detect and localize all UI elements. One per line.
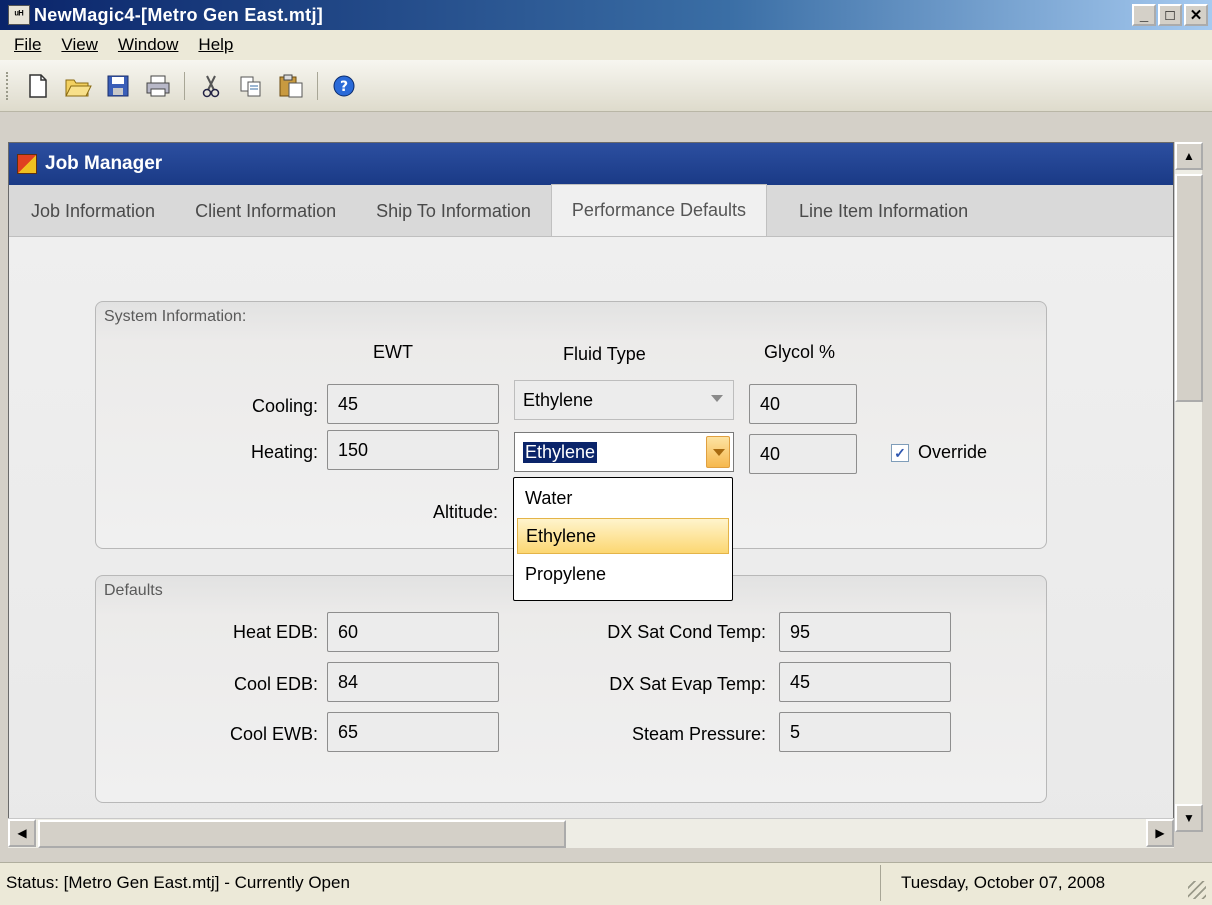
glycol-header: Glycol % — [764, 342, 836, 362]
toolbar-separator — [317, 71, 318, 100]
tab-client-information[interactable]: Client Information — [175, 186, 356, 236]
heating-fluid-value: Ethylene — [523, 441, 598, 463]
scroll-up-icon[interactable]: ▲ — [1175, 142, 1203, 170]
cool-ewb-label: Cool EWB: — [229, 724, 318, 744]
status-date: Tuesday, October 07, 2008 — [880, 865, 1170, 901]
heating-glycol-field[interactable]: 40 — [749, 434, 857, 474]
cool-edb-field[interactable]: 84 — [327, 662, 499, 702]
cooling-label: Cooling: — [251, 396, 318, 416]
scroll-right-icon[interactable]: ▶ — [1146, 819, 1174, 847]
toolbar: ? — [0, 60, 1212, 112]
ewt-header: EWT — [373, 342, 413, 362]
steam-pressure-field[interactable]: 5 — [779, 712, 951, 752]
svg-text:?: ? — [340, 79, 348, 95]
tab-line-item-information[interactable]: Line Item Information — [767, 186, 988, 236]
toolbar-grip[interactable] — [6, 71, 10, 100]
status-text: Status: [Metro Gen East.mtj] - Currently… — [6, 873, 350, 892]
child-title: Job Manager — [45, 153, 163, 174]
print-icon[interactable] — [143, 71, 173, 101]
menu-window[interactable]: Window — [108, 35, 188, 55]
new-icon[interactable] — [23, 71, 53, 101]
open-icon[interactable] — [63, 71, 93, 101]
cut-icon[interactable] — [196, 71, 226, 101]
scroll-down-icon[interactable]: ▼ — [1175, 804, 1203, 832]
job-manager-window: Job Manager Job Information Client Infor… — [8, 142, 1174, 842]
system-information-title: System Information: — [104, 308, 247, 325]
dropdown-option-ethylene[interactable]: Ethylene — [517, 518, 729, 554]
defaults-title: Defaults — [104, 582, 163, 599]
tab-performance-defaults[interactable]: Performance Defaults — [550, 184, 767, 236]
dx-sat-evap-temp-label: DX Sat Evap Temp: — [609, 674, 766, 694]
chevron-down-icon[interactable] — [706, 436, 730, 468]
minimize-button[interactable]: _ — [1132, 4, 1156, 26]
dx-sat-cond-temp-label: DX Sat Cond Temp: — [607, 622, 766, 642]
status-date-text: Tuesday, October 07, 2008 — [901, 873, 1106, 892]
app-icon: ᵘᴴ — [8, 5, 30, 25]
dx-sat-cond-temp-field[interactable]: 95 — [779, 612, 951, 652]
horizontal-scrollbar[interactable]: ◀ ▶ — [8, 818, 1174, 848]
resize-grip-icon[interactable] — [1188, 881, 1206, 899]
save-icon[interactable] — [103, 71, 133, 101]
paste-icon[interactable] — [276, 71, 306, 101]
cool-ewb-field[interactable]: 65 — [327, 712, 499, 752]
menu-bar: File View Window Help — [0, 30, 1212, 60]
heat-edb-label: Heat EDB: — [232, 622, 318, 642]
menu-view-label: View — [61, 35, 98, 54]
tab-ship-to-information[interactable]: Ship To Information — [356, 186, 551, 236]
dropdown-option-water[interactable]: Water — [517, 480, 729, 516]
altitude-label: Altitude: — [432, 502, 498, 522]
dx-sat-evap-temp-field[interactable]: 45 — [779, 662, 951, 702]
tab-strip: Job Information Client Information Ship … — [9, 184, 1173, 237]
maximize-button[interactable]: □ — [1158, 4, 1182, 26]
chevron-down-icon[interactable] — [711, 395, 723, 402]
close-button[interactable]: ✕ — [1184, 4, 1208, 26]
status-bar: Status: [Metro Gen East.mtj] - Currently… — [0, 862, 1212, 905]
defaults-group: Defaults Heat EDB: 60 Cool EDB: 84 Cool … — [95, 575, 1047, 803]
window-title: NewMagic4-[Metro Gen East.mtj] — [34, 4, 324, 25]
menu-file[interactable]: File — [4, 35, 51, 55]
vertical-scrollbar[interactable]: ▲ ▼ — [1174, 142, 1203, 832]
menu-help-label: Help — [198, 35, 234, 54]
cooling-ewt-field[interactable]: 45 — [327, 384, 499, 424]
cooling-fluid-select[interactable]: Ethylene — [514, 380, 734, 420]
menu-window-label: Window — [117, 35, 179, 54]
job-manager-icon — [17, 154, 37, 174]
cooling-fluid-value: Ethylene — [523, 389, 594, 410]
menu-view[interactable]: View — [51, 35, 108, 55]
copy-icon[interactable] — [236, 71, 266, 101]
vertical-scroll-thumb[interactable] — [1175, 174, 1203, 402]
toolbar-separator — [184, 71, 185, 100]
steam-pressure-label: Steam Pressure: — [631, 724, 766, 744]
override-label: Override — [918, 442, 988, 462]
performance-defaults-panel: System Information: EWT Fluid Type Glyco… — [9, 237, 1173, 837]
heating-fluid-select[interactable]: Ethylene — [514, 432, 734, 472]
horizontal-scroll-thumb[interactable] — [38, 820, 566, 848]
window-title-bar[interactable]: ᵘᴴ NewMagic4-[Metro Gen East.mtj] _ □ ✕ — [0, 0, 1212, 30]
menu-file-label: File — [14, 35, 42, 54]
cool-edb-label: Cool EDB: — [233, 674, 318, 694]
fluid-type-dropdown-list: Water Ethylene Propylene — [513, 477, 733, 601]
cooling-glycol-field[interactable]: 40 — [749, 384, 857, 424]
dropdown-option-propylene[interactable]: Propylene — [517, 556, 729, 592]
tab-job-information[interactable]: Job Information — [9, 186, 175, 236]
heating-label: Heating: — [250, 442, 318, 462]
heating-ewt-field[interactable]: 150 — [327, 430, 499, 470]
menu-help[interactable]: Help — [188, 35, 243, 55]
heat-edb-field[interactable]: 60 — [327, 612, 499, 652]
fluid-type-header: Fluid Type — [563, 344, 646, 364]
scroll-left-icon[interactable]: ◀ — [8, 819, 36, 847]
help-icon[interactable]: ? — [329, 71, 359, 101]
child-title-bar[interactable]: Job Manager — [9, 143, 1173, 185]
override-checkbox[interactable]: ✓ — [891, 444, 909, 462]
